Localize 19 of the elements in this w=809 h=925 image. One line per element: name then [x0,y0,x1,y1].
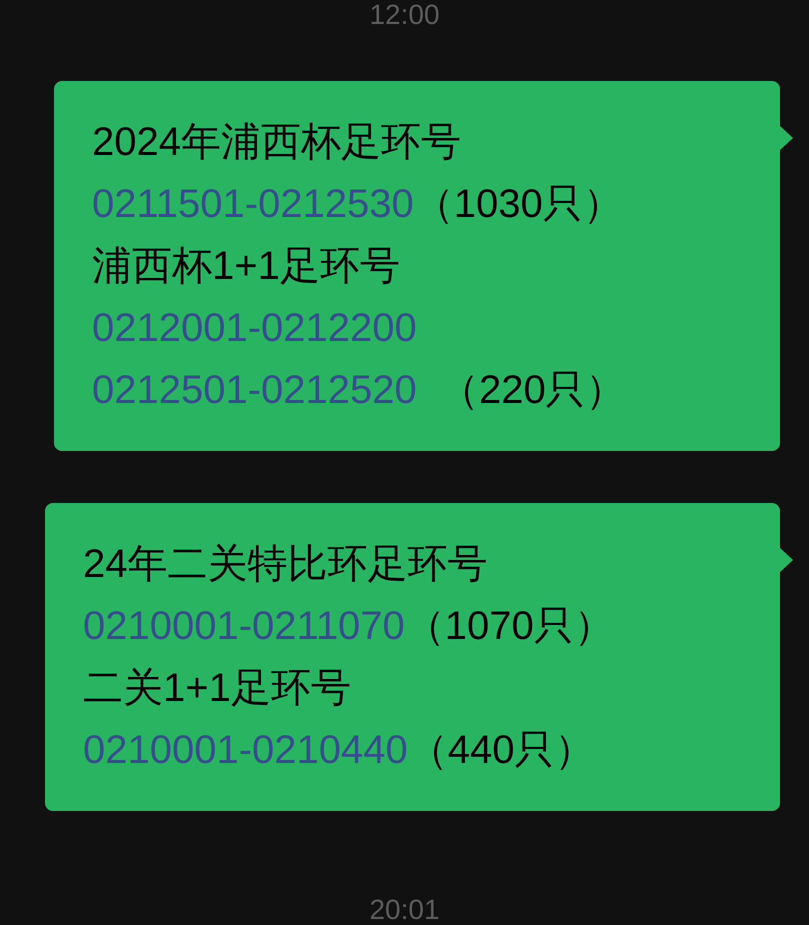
message-bubble[interactable]: 2024年浦西杯足环号 0211501-0212530（1030只） 浦西杯1+1足环号 0212001-0212200 0212501-0212520 （220只） [54,81,780,451]
number-link[interactable]: 0212501-0212520 [92,359,417,421]
message-text: （220只） [438,367,626,414]
message-text: 二关1+1足环号 [83,665,351,712]
bubble-tail [779,125,793,151]
timestamp: 20:01 [369,895,440,925]
message-text: 浦西杯1+1足环号 [92,243,400,290]
number-link[interactable]: 0212001-0212200 [92,297,417,359]
message-text: 24年二关特比环足环号 [83,541,488,588]
number-link[interactable]: 0211501-0212530 [92,173,414,235]
message-bubble[interactable]: 24年二关特比环足环号 0210001-0211070（1070只） 二关1+1足环号 0210001-0210440（440只） [45,503,780,811]
message-text: （1030只） [414,181,623,228]
message-text: 2024年浦西杯足环号 [92,119,461,166]
bubble-tail [779,547,793,573]
number-link[interactable]: 0210001-0211070 [83,595,405,657]
number-link[interactable]: 0210001-0210440 [83,719,408,781]
timestamp: 12:00 [369,0,440,30]
message-text: （440只） [408,727,595,774]
message-text: （1070只） [404,603,614,650]
